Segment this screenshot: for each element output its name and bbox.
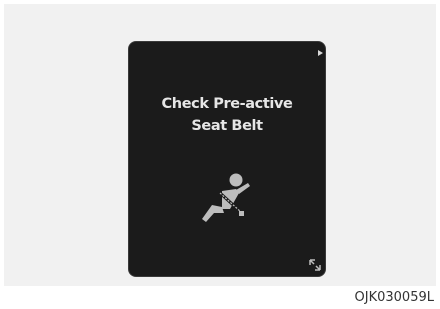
cluster-lcd-display: Check Pre-active Seat Belt	[129, 42, 325, 276]
warning-message-line-2: Seat Belt	[191, 118, 263, 134]
next-page-indicator-icon	[318, 50, 323, 56]
warning-message: Check Pre-active Seat Belt	[129, 93, 325, 137]
expand-icon	[309, 259, 321, 271]
illustration-frame: Check Pre-active Seat Belt	[4, 4, 436, 286]
warning-message-line-1: Check Pre-active	[161, 96, 293, 112]
figure-code: OJK030059L	[354, 290, 434, 305]
seatbelt-warning-icon	[202, 173, 250, 222]
